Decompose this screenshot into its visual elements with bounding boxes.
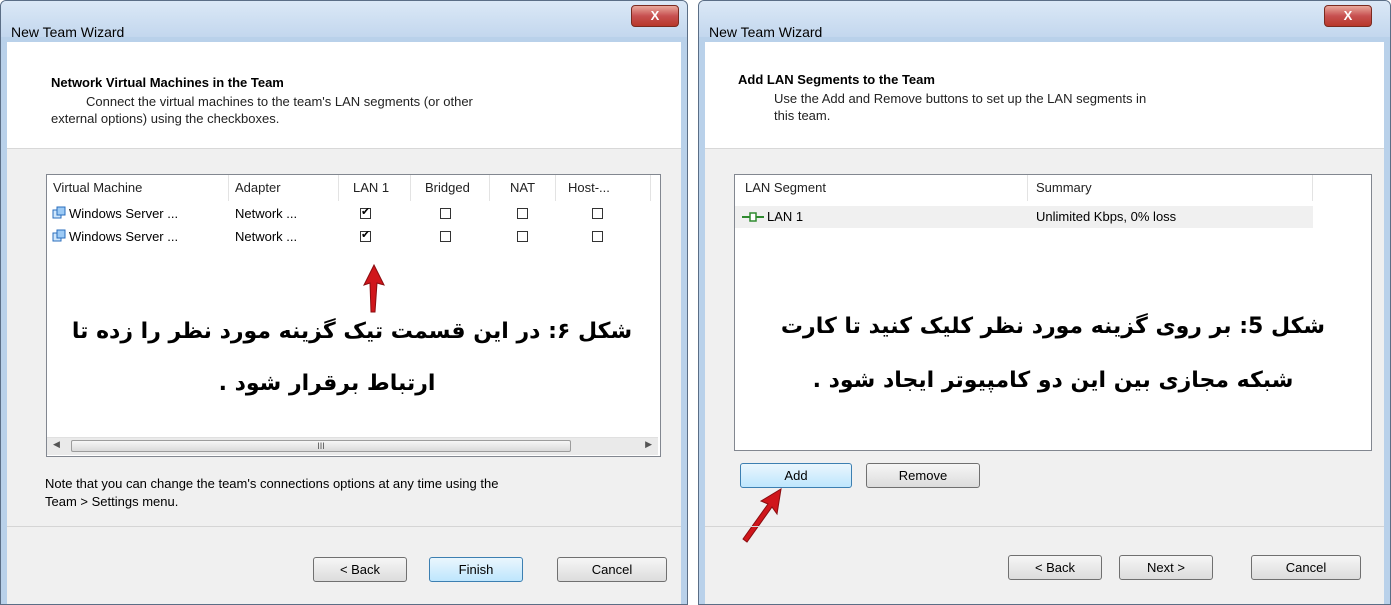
left-header-desc-1: Connect the virtual machines to the team… xyxy=(86,94,473,109)
red-arrow-icon xyxy=(742,488,782,543)
scroll-right-icon[interactable]: ▶ xyxy=(645,439,652,450)
back-button[interactable]: < Back xyxy=(313,557,407,582)
col-host[interactable]: Host-... xyxy=(556,175,651,201)
host-checkbox[interactable] xyxy=(592,231,603,242)
cancel-button[interactable]: Cancel xyxy=(557,557,667,582)
lan-segment-table: LAN Segment Summary LAN 1 Unlimited Kbps… xyxy=(734,174,1372,451)
left-close-button[interactable]: X xyxy=(631,5,679,27)
next-button[interactable]: Next > xyxy=(1119,555,1213,580)
table-row[interactable]: Windows Server ... Network ... xyxy=(47,228,651,246)
table-row[interactable]: LAN 1 Unlimited Kbps, 0% loss xyxy=(735,206,1313,228)
footer-divider xyxy=(705,526,1384,527)
table-row[interactable]: Windows Server ... Network ... xyxy=(47,205,651,223)
annotation-line-2: ارتباط برقرار شود . xyxy=(218,371,436,396)
col-adapter[interactable]: Adapter xyxy=(229,175,339,201)
scroll-thumb[interactable]: III xyxy=(71,440,571,452)
left-header: Network Virtual Machines in the Team Con… xyxy=(7,42,681,149)
horizontal-scrollbar[interactable]: ◀ III ▶ xyxy=(47,437,658,455)
note-line-2: Team > Settings menu. xyxy=(45,494,179,509)
col-summary[interactable]: Summary xyxy=(1028,175,1313,201)
cancel-button[interactable]: Cancel xyxy=(1251,555,1361,580)
finish-button[interactable]: Finish xyxy=(429,557,523,582)
col-bridged[interactable]: Bridged xyxy=(411,175,490,201)
adapter-name: Network ... xyxy=(235,229,298,244)
col-virtual-machine[interactable]: Virtual Machine xyxy=(47,175,229,201)
lan-segment-summary: Unlimited Kbps, 0% loss xyxy=(1036,209,1177,224)
left-header-title: Network Virtual Machines in the Team xyxy=(51,75,284,90)
lan1-checkbox[interactable] xyxy=(360,205,371,219)
vm-network-table: Virtual Machine Adapter LAN 1 Bridged NA… xyxy=(46,174,661,457)
footer-divider xyxy=(7,526,681,527)
annotation-line-2: شبکه مجازی بین این دو کامپیوتر ایجاد شود… xyxy=(812,368,1294,393)
left-title-bar[interactable]: New Team Wizard X xyxy=(1,1,687,40)
red-arrow-icon xyxy=(363,263,385,313)
right-client-area: Add LAN Segments to the Team Use the Add… xyxy=(705,42,1384,604)
bridged-checkbox[interactable] xyxy=(440,231,451,242)
vm-name: Windows Server ... xyxy=(69,229,179,244)
col-nat[interactable]: NAT xyxy=(490,175,556,201)
left-client-area: Network Virtual Machines in the Team Con… xyxy=(7,42,681,604)
right-header-desc-2: this team. xyxy=(774,108,831,123)
right-header-desc-1: Use the Add and Remove buttons to set up… xyxy=(774,91,1147,106)
right-header-title: Add LAN Segments to the Team xyxy=(738,72,935,87)
virtual-machine-icon xyxy=(52,206,66,219)
nat-checkbox[interactable] xyxy=(517,208,528,219)
right-close-button[interactable]: X xyxy=(1324,5,1372,27)
note-line-1: Note that you can change the team's conn… xyxy=(45,476,499,491)
lan-segment-name: LAN 1 xyxy=(767,209,804,224)
right-header: Add LAN Segments to the Team Use the Add… xyxy=(705,42,1384,149)
col-lan-segment[interactable]: LAN Segment xyxy=(735,175,1028,201)
nat-checkbox[interactable] xyxy=(517,231,528,242)
right-wizard-window: New Team Wizard X Add LAN Segments to th… xyxy=(698,0,1391,605)
col-lan1[interactable]: LAN 1 xyxy=(339,175,411,201)
bridged-checkbox[interactable] xyxy=(440,208,451,219)
virtual-machine-icon xyxy=(52,229,66,242)
lan1-checkbox[interactable] xyxy=(360,228,371,242)
annotation-line-1: شکل ۶: در این قسمت تیک گزینه مورد نظر را… xyxy=(71,319,633,344)
back-button[interactable]: < Back xyxy=(1008,555,1102,580)
right-window-title: New Team Wizard xyxy=(709,24,823,40)
remove-button[interactable]: Remove xyxy=(866,463,980,488)
scroll-left-icon[interactable]: ◀ xyxy=(53,439,60,450)
lan-segment-icon xyxy=(742,212,764,222)
host-checkbox[interactable] xyxy=(592,208,603,219)
left-window-title: New Team Wizard xyxy=(11,24,125,40)
adapter-name: Network ... xyxy=(235,206,298,221)
left-header-desc-2: external options) using the checkboxes. xyxy=(51,111,280,126)
add-button[interactable]: Add xyxy=(740,463,852,488)
left-wizard-window: New Team Wizard X Network Virtual Machin… xyxy=(0,0,688,605)
vm-name: Windows Server ... xyxy=(69,206,179,221)
annotation-line-1: شکل 5: بر روی گزینه مورد نظر کلیک کنید ت… xyxy=(780,314,1326,339)
right-title-bar[interactable]: New Team Wizard X xyxy=(699,1,1390,40)
